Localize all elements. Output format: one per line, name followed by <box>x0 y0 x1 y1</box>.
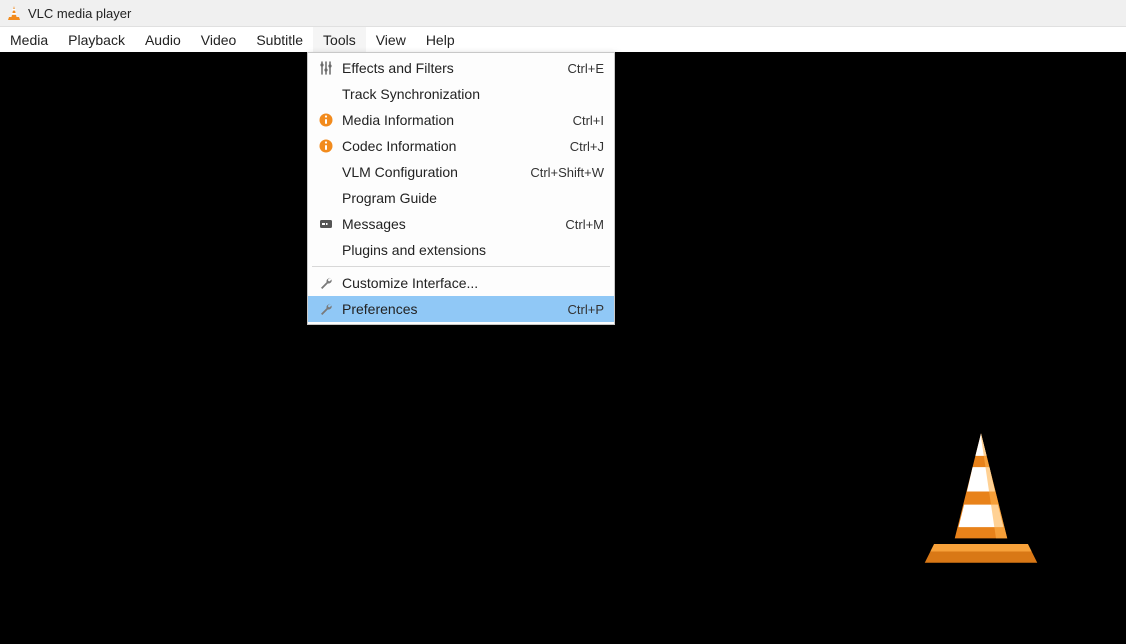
menu-item-label: Plugins and extensions <box>338 242 596 258</box>
menu-item-label: Effects and Filters <box>338 60 560 76</box>
video-area: Effects and Filters Ctrl+E Track Synchro… <box>0 52 1126 644</box>
menu-label: View <box>376 32 406 48</box>
menu-item-label: Codec Information <box>338 138 562 154</box>
vlc-cone-icon <box>6 5 22 21</box>
menu-item-codec-information[interactable]: Codec Information Ctrl+J <box>308 133 614 159</box>
menu-label: Audio <box>145 32 181 48</box>
menu-item-shortcut: Ctrl+I <box>565 113 604 128</box>
vlc-cone-logo <box>906 424 1056 574</box>
menu-item-media-information[interactable]: Media Information Ctrl+I <box>308 107 614 133</box>
menu-item-shortcut: Ctrl+P <box>560 302 604 317</box>
menu-label: Subtitle <box>256 32 303 48</box>
menu-item-track-synchronization[interactable]: Track Synchronization <box>308 81 614 107</box>
info-icon <box>314 138 338 154</box>
menu-item-vlm-configuration[interactable]: VLM Configuration Ctrl+Shift+W <box>308 159 614 185</box>
menu-tools[interactable]: Tools <box>313 27 366 52</box>
menubar: Media Playback Audio Video Subtitle Tool… <box>0 27 1126 52</box>
menu-label: Media <box>10 32 48 48</box>
menu-item-label: Track Synchronization <box>338 86 596 102</box>
menu-item-preferences[interactable]: Preferences Ctrl+P <box>308 296 614 322</box>
menu-item-effects-and-filters[interactable]: Effects and Filters Ctrl+E <box>308 55 614 81</box>
wrench-icon <box>314 301 338 317</box>
menu-item-plugins-and-extensions[interactable]: Plugins and extensions <box>308 237 614 263</box>
menu-item-shortcut: Ctrl+M <box>557 217 604 232</box>
menu-label: Help <box>426 32 455 48</box>
menu-item-messages[interactable]: Messages Ctrl+M <box>308 211 614 237</box>
menu-item-label: Program Guide <box>338 190 596 206</box>
messages-icon <box>314 216 338 232</box>
menu-audio[interactable]: Audio <box>135 27 191 52</box>
menu-label: Playback <box>68 32 125 48</box>
window-title: VLC media player <box>28 6 131 21</box>
menu-label: Tools <box>323 32 356 48</box>
menu-playback[interactable]: Playback <box>58 27 135 52</box>
menu-item-label: Media Information <box>338 112 565 128</box>
menu-subtitle[interactable]: Subtitle <box>246 27 313 52</box>
menu-item-label: Customize Interface... <box>338 275 596 291</box>
menu-separator <box>312 266 610 267</box>
sliders-icon <box>314 60 338 76</box>
menu-item-label: Preferences <box>338 301 560 317</box>
menu-video[interactable]: Video <box>191 27 247 52</box>
menu-item-customize-interface[interactable]: Customize Interface... <box>308 270 614 296</box>
menu-item-shortcut: Ctrl+Shift+W <box>522 165 604 180</box>
titlebar: VLC media player <box>0 0 1126 27</box>
info-icon <box>314 112 338 128</box>
menu-item-label: Messages <box>338 216 557 232</box>
menu-item-program-guide[interactable]: Program Guide <box>308 185 614 211</box>
menu-item-shortcut: Ctrl+J <box>562 139 604 154</box>
menu-item-shortcut: Ctrl+E <box>560 61 604 76</box>
menu-item-label: VLM Configuration <box>338 164 522 180</box>
menu-label: Video <box>201 32 237 48</box>
menu-help[interactable]: Help <box>416 27 465 52</box>
menu-media[interactable]: Media <box>0 27 58 52</box>
wrench-icon <box>314 275 338 291</box>
tools-dropdown: Effects and Filters Ctrl+E Track Synchro… <box>307 52 615 325</box>
menu-view[interactable]: View <box>366 27 416 52</box>
